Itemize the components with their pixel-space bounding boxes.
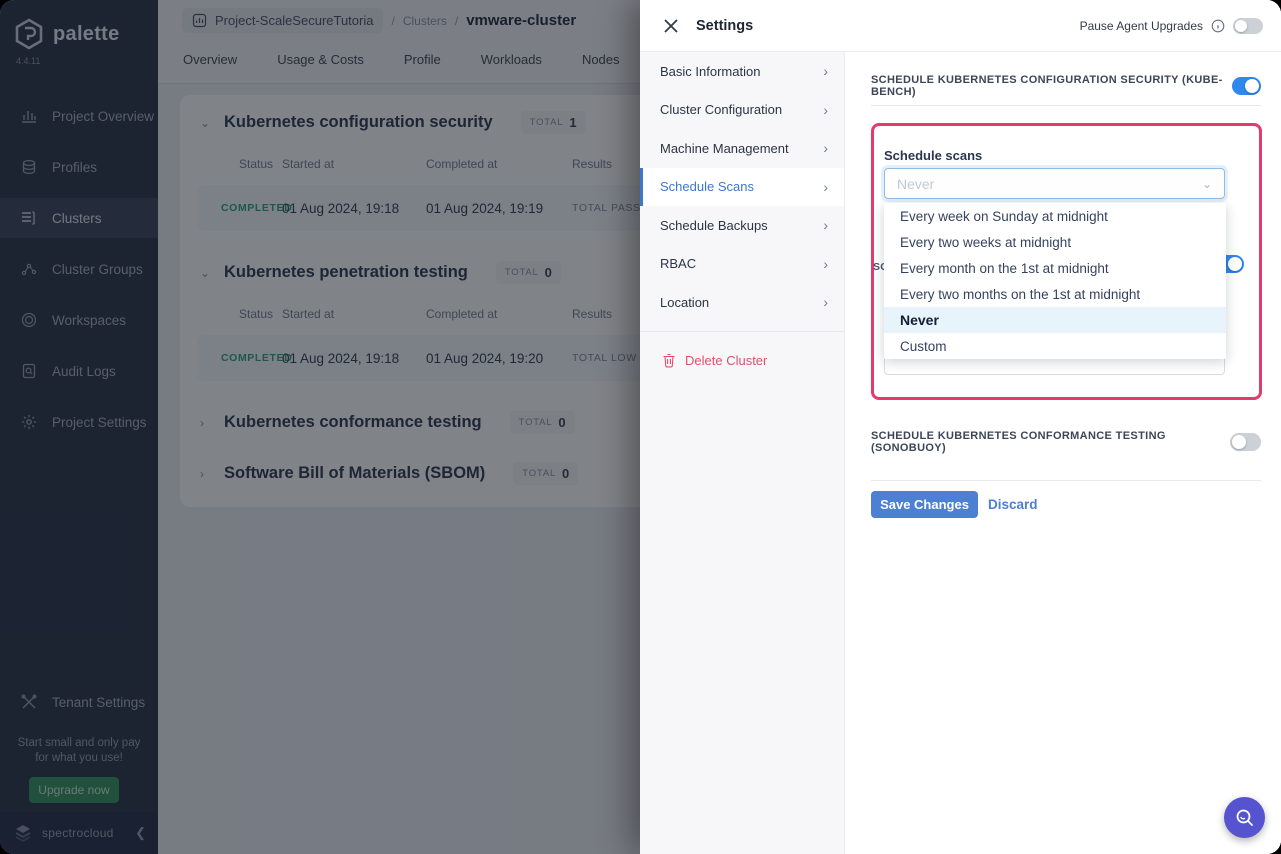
- schedule-scans-select[interactable]: Never ⌄: [884, 168, 1225, 199]
- settings-body: SCHEDULE KUBERNETES CONFIGURATION SECURI…: [845, 52, 1281, 854]
- magnifier-smile-icon: [1234, 807, 1256, 829]
- chevron-right-icon: ›: [823, 63, 828, 79]
- pause-agent-upgrades-label: Pause Agent Upgrades: [1080, 19, 1203, 33]
- dropdown-option-selected[interactable]: Never: [884, 307, 1226, 333]
- menu-item-machine-management[interactable]: Machine Management›: [640, 129, 844, 168]
- menu-item-cluster-configuration[interactable]: Cluster Configuration›: [640, 91, 844, 130]
- kube-bench-label: SCHEDULE KUBERNETES CONFIGURATION SECURI…: [871, 74, 1232, 98]
- sonobuoy-toggle[interactable]: [1230, 433, 1261, 451]
- schedule-scans-dropdown: Every week on Sunday at midnight Every t…: [884, 203, 1226, 359]
- dropdown-option[interactable]: Every two weeks at midnight: [884, 229, 1226, 255]
- discard-link[interactable]: Discard: [988, 497, 1038, 512]
- app-window: palette 4.4.11 Project Overview Profiles…: [0, 0, 1281, 854]
- save-changes-button[interactable]: Save Changes: [871, 491, 978, 518]
- select-value: Never: [897, 176, 1202, 192]
- pause-agent-upgrades-toggle[interactable]: [1233, 18, 1263, 34]
- chevron-down-icon: ⌄: [1202, 177, 1212, 191]
- divider: [871, 480, 1261, 481]
- menu-item-basic-information[interactable]: Basic Information›: [640, 52, 844, 91]
- settings-title: Settings: [696, 18, 753, 34]
- menu-divider: [640, 331, 844, 332]
- modal-dim-overlay[interactable]: [0, 0, 640, 854]
- menu-item-schedule-scans[interactable]: Schedule Scans›: [640, 168, 844, 207]
- delete-cluster-button[interactable]: Delete Cluster: [640, 341, 844, 381]
- menu-item-location[interactable]: Location›: [640, 283, 844, 322]
- dropdown-option[interactable]: Every week on Sunday at midnight: [884, 203, 1226, 229]
- info-icon[interactable]: [1211, 19, 1225, 33]
- kube-bench-toggle[interactable]: [1232, 77, 1261, 95]
- menu-item-schedule-backups[interactable]: Schedule Backups›: [640, 206, 844, 245]
- dropdown-option[interactable]: Custom: [884, 333, 1226, 359]
- chevron-right-icon: ›: [823, 140, 828, 156]
- schedule-scans-label: Schedule scans: [884, 148, 982, 163]
- chevron-right-icon: ›: [823, 256, 828, 272]
- chevron-right-icon: ›: [823, 179, 828, 195]
- chevron-right-icon: ›: [823, 217, 828, 233]
- menu-item-rbac[interactable]: RBAC›: [640, 245, 844, 284]
- help-search-fab[interactable]: [1224, 797, 1265, 838]
- settings-panel: Settings Pause Agent Upgrades Basic Info…: [640, 0, 1281, 854]
- settings-menu: Basic Information› Cluster Configuration…: [640, 52, 845, 854]
- dropdown-option[interactable]: Every month on the 1st at midnight: [884, 255, 1226, 281]
- close-icon[interactable]: [662, 17, 680, 35]
- settings-header: Settings Pause Agent Upgrades: [640, 0, 1281, 52]
- chevron-right-icon: ›: [823, 102, 828, 118]
- sonobuoy-label: SCHEDULE KUBERNETES CONFORMANCE TESTING …: [871, 430, 1230, 454]
- divider: [871, 105, 1261, 106]
- chevron-right-icon: ›: [823, 294, 828, 310]
- dropdown-option[interactable]: Every two months on the 1st at midnight: [884, 281, 1226, 307]
- trash-icon: [662, 353, 676, 368]
